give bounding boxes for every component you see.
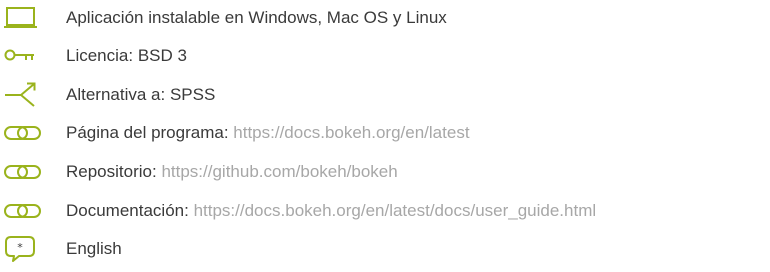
key-icon [4,41,44,71]
link-icon [4,118,44,148]
repository-text: Repositorio: https://github.com/bokeh/bo… [66,162,398,182]
license-text: Licencia: BSD 3 [66,46,187,65]
documentation-text: Documentación: https://docs.bokeh.org/en… [66,201,596,221]
documentation-link[interactable]: https://docs.bokeh.org/en/latest/docs/us… [194,201,597,220]
platform-text: Aplicación instalable en Windows, Mac OS… [66,8,447,27]
homepage-link[interactable]: https://docs.bokeh.org/en/latest [233,123,469,142]
speech-bubble-icon: * [4,234,44,264]
alternative-arrow-icon [4,80,44,110]
link-icon [4,157,44,187]
laptop-icon [4,3,44,33]
repository-label: Repositorio: [66,162,157,181]
link-icon [4,196,44,226]
svg-text:*: * [17,241,23,254]
software-info-list: Aplicación instalable en Windows, Mac OS… [0,0,770,272]
documentation-label: Documentación: [66,201,189,220]
alternative-text: Alternativa a: SPSS [66,85,216,104]
homepage-text: Página del programa: https://docs.bokeh.… [66,123,470,143]
homepage-label: Página del programa: [66,123,229,142]
language-text: English [66,239,122,258]
repository-link[interactable]: https://github.com/bokeh/bokeh [161,162,397,181]
